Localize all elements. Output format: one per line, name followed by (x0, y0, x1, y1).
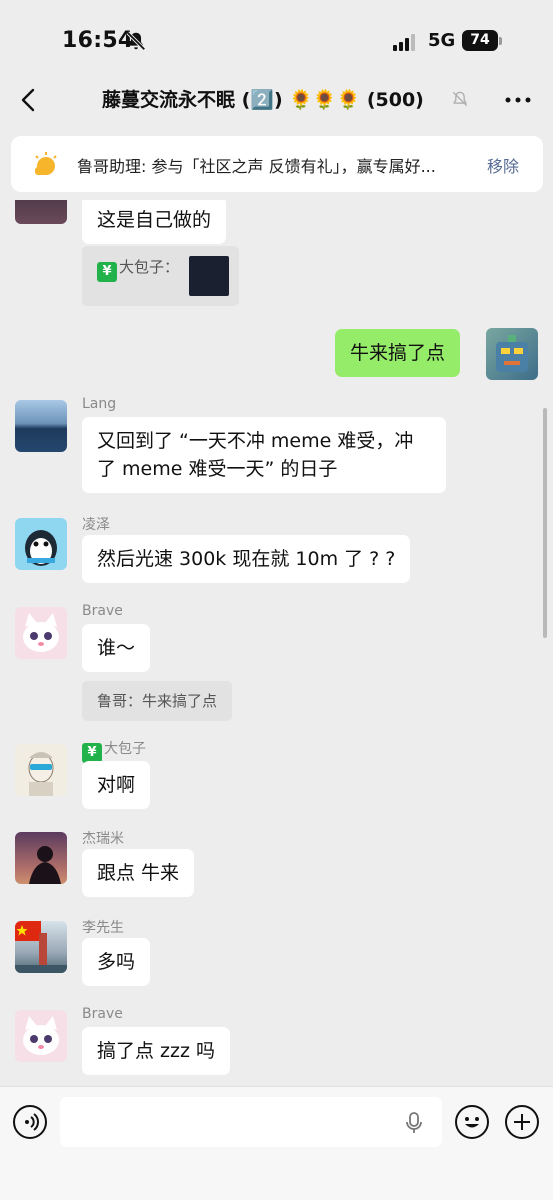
more-icon[interactable] (503, 88, 533, 112)
sender-name: Brave (82, 1006, 123, 1022)
input-bar (0, 1086, 553, 1200)
message-bubble[interactable]: 搞了点 zzz 吗 (82, 1027, 230, 1075)
message-bubble[interactable]: 然后光速 300k 现在就 10m 了 ? ? (82, 535, 411, 583)
message-bubble[interactable]: 对啊 (82, 761, 151, 809)
chat-header: 藤蔓交流永不眠 (2️⃣) 🌻🌻🌻 (500) (0, 78, 553, 122)
avatar[interactable] (15, 1010, 67, 1062)
battery-icon: 74 (462, 30, 498, 51)
message-bubble[interactable]: 多吗 (82, 938, 151, 986)
mute-icon (452, 91, 468, 107)
back-icon[interactable] (14, 84, 42, 116)
scrollbar[interactable] (543, 408, 547, 638)
sender-name: Brave (82, 603, 123, 619)
quoted-reply[interactable]: ¥ 大包子： (82, 246, 239, 306)
avatar[interactable] (15, 400, 67, 452)
money-badge-icon: ¥ (82, 743, 102, 763)
bulb-icon (35, 152, 57, 175)
plus-icon (514, 1114, 530, 1130)
message-bubble[interactable]: 又回到了 “一天不冲 meme 难受，冲了 meme 难受一天” 的日子 (82, 417, 446, 493)
money-badge-icon: ¥ (97, 262, 117, 282)
voice-button[interactable] (13, 1105, 47, 1139)
robot-avatar-icon (496, 335, 528, 372)
sender-name: ¥ 大包子 (82, 738, 146, 763)
avatar[interactable] (15, 518, 67, 570)
message-input[interactable] (60, 1097, 442, 1147)
message-bubble[interactable]: 跟点 牛来 (82, 849, 195, 897)
sender-name: Lang (82, 396, 117, 412)
sender-name-text: 大包子 (104, 741, 146, 757)
sender-name: 李先生 (82, 920, 124, 936)
notice-remove-button[interactable]: 移除 (487, 153, 519, 177)
notice-text: 鲁哥助理: 参与「社区之声 反馈有礼」，赢专属好... (77, 157, 436, 176)
avatar[interactable] (15, 607, 67, 659)
status-bar: 16:54 5G 74 (0, 0, 553, 78)
message-list[interactable]: 这是自己做的 ¥ 大包子： 牛来搞了点 Lang 又回到了 “一天不冲 meme … (0, 200, 553, 1086)
mic-icon[interactable] (404, 1111, 424, 1135)
quoted-sender: 大包子： (119, 258, 180, 276)
avatar[interactable] (15, 832, 67, 884)
sender-name: 凌泽 (82, 517, 110, 533)
quoted-image[interactable] (189, 256, 229, 296)
quoted-reply[interactable]: 鲁哥：牛来搞了点 (82, 681, 233, 721)
sender-name: 杰瑞米 (82, 831, 124, 847)
silhouette-avatar-icon (29, 846, 61, 884)
avatar[interactable] (15, 921, 67, 973)
network-type: 5G (428, 30, 456, 51)
bell-off-icon (126, 31, 146, 51)
status-time: 16:54 (62, 28, 134, 53)
my-avatar[interactable] (486, 328, 538, 380)
cat-avatar-icon (23, 613, 59, 652)
voice-icon (25, 1113, 39, 1131)
avatar[interactable] (15, 744, 67, 796)
signal-icon (393, 32, 417, 51)
flag-avatar-icon (15, 921, 67, 973)
pinned-notice[interactable]: 鲁哥助理: 参与「社区之声 反馈有礼」，赢专属好... 移除 (11, 136, 543, 192)
penguin-avatar-icon (25, 530, 57, 566)
battery-tip (499, 37, 502, 45)
emoji-icon (465, 1117, 479, 1128)
emoji-button[interactable] (455, 1105, 489, 1139)
avatar[interactable] (15, 200, 67, 224)
chat-title[interactable]: 藤蔓交流永不眠 (2️⃣) 🌻🌻🌻 (500) (102, 85, 424, 112)
plus-button[interactable] (505, 1105, 539, 1139)
sketch-avatar-icon (28, 752, 54, 796)
cat-avatar-icon (23, 1016, 59, 1055)
message-bubble[interactable]: 谁～ (82, 624, 151, 672)
message-bubble[interactable]: 这是自己做的 (82, 200, 227, 244)
my-message-bubble[interactable]: 牛来搞了点 (335, 329, 461, 377)
